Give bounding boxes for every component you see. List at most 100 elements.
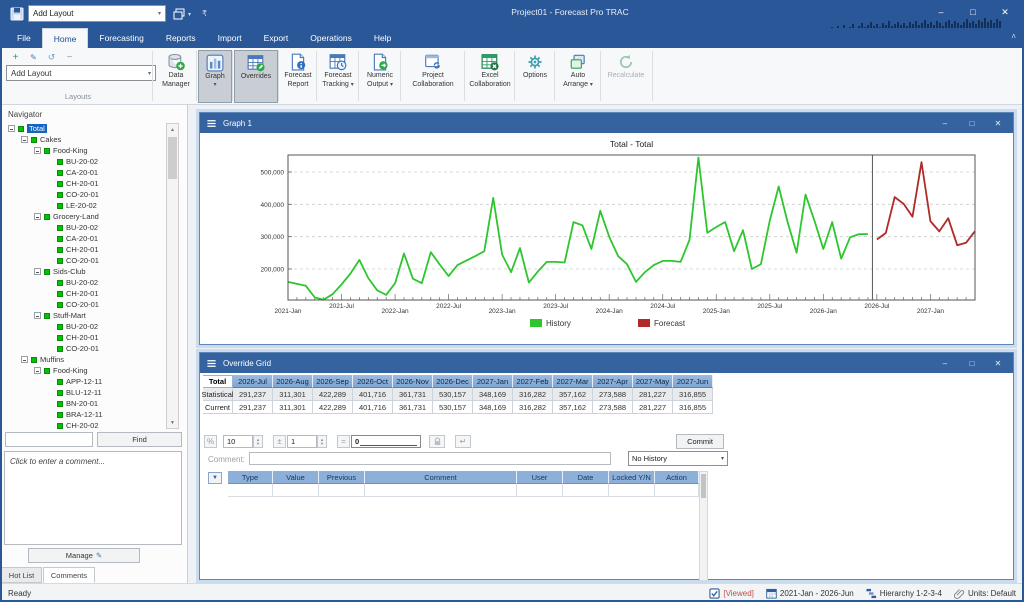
grid-column-2026-oct[interactable]: 2026-Oct [353,375,393,388]
grid-cell-statistical-2027-may[interactable]: 281,227 [633,388,673,401]
grid-column-2026-nov[interactable]: 2026-Nov [393,375,433,388]
window-menu-icon[interactable] [206,358,217,369]
grid-cell-statistical-2026-dec[interactable]: 530,157 [433,388,473,401]
tree-item-bu-20-02[interactable]: BU-20-02 [4,222,165,233]
minimize-button[interactable]: – [933,116,957,130]
plus-minus-stepper[interactable]: ▲▼ [317,435,327,448]
tree-item-stuff-mart[interactable]: Stuff-Mart [4,310,165,321]
grid-cell-current-2026-dec[interactable]: 530,157 [433,401,473,414]
graph-window-titlebar[interactable]: Graph 1 – □ ✕ [200,113,1013,133]
grid-row-label-current[interactable]: Current [203,401,233,414]
history-dropdown[interactable]: No History ▾ [628,451,728,466]
status-hierarchy[interactable]: Hierarchy 1-2-3-4 [866,588,942,599]
maximize-button[interactable]: □ [960,2,986,22]
close-button[interactable]: ✕ [986,116,1010,130]
grid-cell-current-2026-aug[interactable]: 311,301 [273,401,313,414]
collapse-expander-icon[interactable] [21,356,28,363]
grid-column-2027-jan[interactable]: 2027-Jan [473,375,513,388]
grid-column-2027-mar[interactable]: 2027-Mar [553,375,593,388]
edit-layout-icon[interactable]: ✎ [26,51,41,64]
grid-cell-current-2026-nov[interactable]: 361,731 [393,401,433,414]
tree-item-le-20-02[interactable]: LE-20-02 [4,200,165,211]
log-column-previous[interactable]: Previous [319,471,365,484]
commit-button[interactable]: Commit [676,434,724,449]
grid-cell-statistical-2026-oct[interactable]: 401,716 [353,388,393,401]
grid-cell-statistical-2027-jan[interactable]: 348,169 [473,388,513,401]
log-column-comment[interactable]: Comment [365,471,517,484]
grid-column-2027-feb[interactable]: 2027-Feb [513,375,553,388]
tree-item-ca-20-01[interactable]: CA-20-01 [4,233,165,244]
scroll-up-icon[interactable]: ▲ [167,124,178,135]
tree-item-bra-12-11[interactable]: BRA-12-11 [4,409,165,420]
tab-reports[interactable]: Reports [155,28,207,48]
grid-cell-current-2027-feb[interactable]: 316,282 [513,401,553,414]
tab-home[interactable]: Home [42,28,89,48]
status-units[interactable]: Units: Default [954,588,1016,599]
tab-hot-list[interactable]: Hot List [1,567,42,583]
grid-cell-statistical-2027-mar[interactable]: 357,162 [553,388,593,401]
tree-item-bn-20-01[interactable]: BN-20-01 [4,398,165,409]
grid-cell-statistical-2027-apr[interactable]: 273,588 [593,388,633,401]
log-column-type[interactable]: Type [228,471,273,484]
collapse-expander-icon[interactable] [34,147,41,154]
ribbon-button-auto-arrange[interactable]: AutoArrange ▾ [556,50,600,103]
log-column-user[interactable]: User [517,471,563,484]
window-menu-icon[interactable] [206,118,217,129]
filter-button[interactable]: ▼ [208,472,222,484]
tree-item-bu-20-02[interactable]: BU-20-02 [4,156,165,167]
grid-column-2027-may[interactable]: 2027-May [633,375,673,388]
ribbon-button-excel-collaboration[interactable]: ExcelCollaboration [466,50,514,103]
equals-button[interactable]: = [337,435,350,448]
ribbon-button-overrides[interactable]: Overrides [234,50,278,103]
status-date-range[interactable]: 2021-Jan - 2026-Jun [766,588,854,599]
collapse-expander-icon[interactable] [21,136,28,143]
override-window-titlebar[interactable]: Override Grid – □ ✕ [200,353,1013,373]
grid-cell-statistical-2026-sep[interactable]: 422,289 [313,388,353,401]
scrollbar-thumb[interactable] [701,474,706,498]
log-column-locked-y-n[interactable]: Locked Y/N [609,471,655,484]
undo-layout-icon[interactable]: ↺ [44,51,59,64]
grid-cell-statistical-2026-jul[interactable]: 291,237 [233,388,273,401]
grid-cell-current-2027-mar[interactable]: 357,162 [553,401,593,414]
grid-cell-current-2027-jan[interactable]: 348,169 [473,401,513,414]
tab-file[interactable]: File [6,28,42,48]
tree-item-ch-20-01[interactable]: CH-20-01 [4,244,165,255]
tree-item-blu-12-11[interactable]: BLU-12-11 [4,387,165,398]
grid-cell-statistical-2027-jun[interactable]: 316,855 [673,388,713,401]
tree-item-co-20-01[interactable]: CO-20-01 [4,189,165,200]
grid-column-2026-aug[interactable]: 2026-Aug [273,375,313,388]
maximize-button[interactable]: □ [960,116,984,130]
grid-column-2027-apr[interactable]: 2027-Apr [593,375,633,388]
tree-item-ca-20-01[interactable]: CA-20-01 [4,167,165,178]
grid-cell-current-2027-apr[interactable]: 273,588 [593,401,633,414]
log-column-action[interactable]: Action [655,471,699,484]
grid-cell-statistical-2026-nov[interactable]: 361,731 [393,388,433,401]
equals-input[interactable]: 0 [351,435,421,448]
save-icon[interactable] [10,7,24,21]
remove-layout-icon[interactable]: − [62,51,77,64]
layout-combo[interactable]: Add Layout ▾ [6,65,156,81]
qat-customize-icon[interactable]: ₹ [202,9,207,18]
tree-item-co-20-01[interactable]: CO-20-01 [4,255,165,266]
find-input[interactable] [5,432,93,447]
apply-return-button[interactable]: ↵ [455,435,471,448]
tree-item-grocery-land[interactable]: Grocery-Land [4,211,165,222]
grid-column-2027-jun[interactable]: 2027-Jun [673,375,713,388]
tab-comments[interactable]: Comments [43,567,95,583]
tab-import[interactable]: Import [207,28,253,48]
collapse-expander-icon[interactable] [8,125,15,132]
grid-column-2026-dec[interactable]: 2026-Dec [433,375,473,388]
log-column-value[interactable]: Value [273,471,319,484]
comment-box[interactable]: Click to enter a comment... [4,451,182,545]
collapse-expander-icon[interactable] [34,213,41,220]
grid-cell-current-2026-sep[interactable]: 422,289 [313,401,353,414]
ribbon-button-numeric-output[interactable]: NumericOutput ▾ [360,50,400,103]
override-comment-input[interactable] [249,452,611,465]
manage-button[interactable]: Manage✎ [28,548,140,563]
table-scrollbar[interactable] [699,471,708,581]
grid-cell-current-2027-may[interactable]: 281,227 [633,401,673,414]
tab-forecasting[interactable]: Forecasting [88,28,154,48]
quick-layout-combo[interactable]: Add Layout ▾ [28,5,166,22]
tree-item-bu-20-02[interactable]: BU-20-02 [4,321,165,332]
tab-help[interactable]: Help [363,28,402,48]
